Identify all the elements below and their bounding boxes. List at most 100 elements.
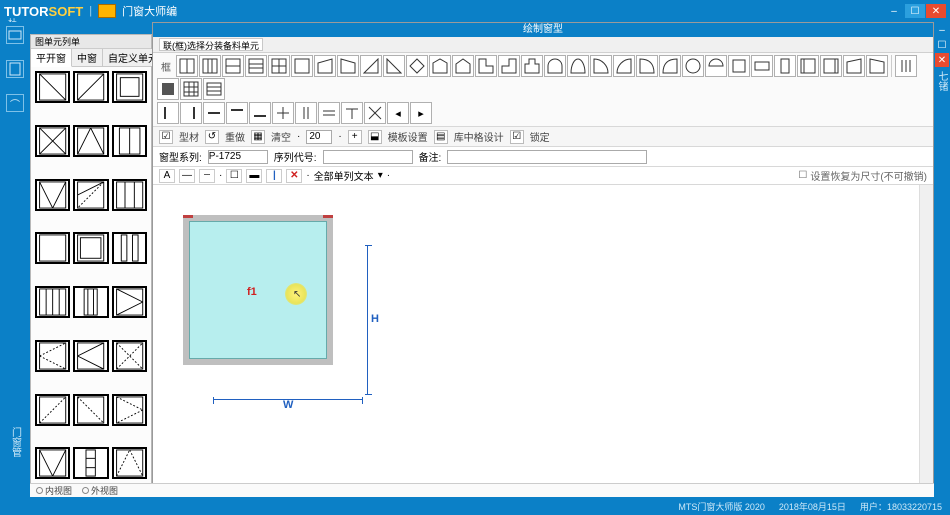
unit-thumb[interactable] [35, 447, 70, 479]
view-inside-toggle[interactable]: 内视图 [36, 484, 72, 497]
tab-middle[interactable]: 中窗 [72, 49, 103, 66]
shape-arch-l-icon[interactable] [636, 55, 658, 77]
unit-thumb[interactable] [35, 340, 70, 372]
vertical-scrollbar[interactable] [919, 185, 933, 492]
add-icon[interactable]: + [348, 130, 362, 144]
unit-thumb[interactable] [35, 179, 70, 211]
checkbox-icon[interactable]: ☐ [798, 170, 807, 181]
unit-thumb[interactable] [35, 125, 70, 157]
mullion-vr-icon[interactable] [180, 102, 202, 124]
rail-close-button[interactable]: ✕ [935, 53, 949, 67]
shape-single-icon[interactable] [291, 55, 313, 77]
unit-thumb[interactable] [112, 232, 147, 264]
db-design-icon[interactable]: ▤ [434, 130, 448, 144]
shape-rect-b-icon[interactable] [774, 55, 796, 77]
rail-tool-arc-icon[interactable]: ⌒ [6, 94, 24, 112]
shape-slant-r-icon[interactable] [866, 55, 888, 77]
mullion-h-icon[interactable] [203, 102, 225, 124]
shape-tstep-icon[interactable] [521, 55, 543, 77]
frame-icon[interactable]: ☑ [159, 130, 173, 144]
shape-rect-c-icon[interactable] [797, 55, 819, 77]
unit-thumb[interactable] [73, 394, 108, 426]
shape-pent-left-icon[interactable] [429, 55, 451, 77]
mullion-arrow-l-icon[interactable]: ◂ [387, 102, 409, 124]
unit-thumb[interactable] [112, 394, 147, 426]
mullion-arrow-r-icon[interactable]: ▸ [410, 102, 432, 124]
unit-thumb[interactable] [35, 286, 70, 318]
unit-thumb[interactable] [35, 394, 70, 426]
shape-hsplit3-icon[interactable] [245, 55, 267, 77]
shape-rect-out-icon[interactable] [728, 55, 750, 77]
mullion-star-icon[interactable] [364, 102, 386, 124]
unit-thumb[interactable] [112, 125, 147, 157]
unit-thumb[interactable] [73, 232, 108, 264]
box-empty-icon[interactable]: ☐ [226, 169, 242, 183]
unit-thumb[interactable] [73, 71, 108, 103]
shape-vsplit3-icon[interactable] [199, 55, 221, 77]
shape-grid-icon[interactable] [268, 55, 290, 77]
shape-lstep-icon[interactable] [475, 55, 497, 77]
dim-width-label[interactable]: W [283, 399, 293, 411]
shape-halfcircle-b-icon[interactable] [705, 55, 727, 77]
series-input[interactable] [208, 150, 268, 164]
mullion-hpair-icon[interactable] [318, 102, 340, 124]
shape-rstep-icon[interactable] [498, 55, 520, 77]
shape-arch-icon[interactable] [544, 55, 566, 77]
align-center-label[interactable]: 全部单列文本 [314, 168, 374, 183]
maximize-button[interactable]: ☐ [905, 4, 925, 18]
line-dash-icon[interactable]: ┄ [199, 169, 215, 183]
lock-icon[interactable]: ☑ [510, 130, 524, 144]
shape-fill-dark-icon[interactable] [157, 78, 179, 100]
mullion-ht-icon[interactable] [226, 102, 248, 124]
shape-tri-right-icon[interactable] [383, 55, 405, 77]
shape-wall-icon[interactable] [203, 78, 225, 100]
reset-icon[interactable]: ↺ [205, 130, 219, 144]
rail-minimize-button[interactable]: – [935, 23, 949, 37]
drawing-canvas[interactable]: f1 ↖ H W [153, 185, 933, 492]
shape-trap-right-icon[interactable] [337, 55, 359, 77]
box-fill-icon[interactable]: ▬ [246, 169, 262, 183]
rail-maximize-button[interactable]: ☐ [935, 38, 949, 52]
unit-thumb[interactable] [73, 340, 108, 372]
close-button[interactable]: ✕ [926, 4, 946, 18]
right-note[interactable]: ☐ 设置恢复为尺寸(不可撤销) [798, 168, 927, 183]
shape-hsplit2-icon[interactable] [222, 55, 244, 77]
unit-thumb[interactable] [35, 71, 70, 103]
editor-subtab[interactable]: 联(框)选择分装备料单元 [159, 38, 263, 51]
shape-pent-right-icon[interactable] [452, 55, 474, 77]
rail-tool-doc-icon[interactable] [6, 60, 24, 78]
shape-semicircle-icon[interactable] [567, 55, 589, 77]
profile-settings-icon[interactable]: ⬓ [368, 130, 382, 144]
unit-thumb[interactable] [73, 447, 108, 479]
unit-thumb[interactable] [112, 447, 147, 479]
unit-thumb[interactable] [112, 71, 147, 103]
tab-casement[interactable]: 平开窗 [31, 49, 72, 67]
unit-thumb[interactable] [73, 286, 108, 318]
shape-trap-left-icon[interactable] [314, 55, 336, 77]
mullion-vpair-icon[interactable] [295, 102, 317, 124]
unit-thumb[interactable] [112, 340, 147, 372]
shape-rect-a-icon[interactable] [751, 55, 773, 77]
view-outside-toggle[interactable]: 外视图 [82, 484, 118, 497]
line-solid-icon[interactable]: — [179, 169, 195, 183]
dim-height-label[interactable]: H [371, 313, 379, 325]
unit-thumb[interactable] [35, 232, 70, 264]
remark-input[interactable] [447, 150, 647, 164]
rail-tool-rect-icon[interactable] [6, 26, 24, 44]
mullion-hb-icon[interactable] [249, 102, 271, 124]
unit-thumb[interactable] [112, 286, 147, 318]
shape-quarter-r-icon[interactable] [613, 55, 635, 77]
shape-diamond-icon[interactable] [406, 55, 428, 77]
frame-outer[interactable]: f1 ↖ [183, 215, 333, 365]
mullion-cross-icon[interactable] [272, 102, 294, 124]
delete-icon[interactable]: ✕ [286, 169, 302, 183]
unit-thumb[interactable] [73, 179, 108, 211]
minimize-button[interactable]: – [884, 4, 904, 18]
shape-grid3-icon[interactable] [180, 78, 202, 100]
code-input[interactable] [323, 150, 413, 164]
window-shape[interactable]: f1 ↖ H W [183, 215, 333, 365]
mullion-vl-icon[interactable] [157, 102, 179, 124]
font-button[interactable]: A [159, 169, 175, 183]
shape-vsplit2-icon[interactable] [176, 55, 198, 77]
shape-rect-d-icon[interactable] [820, 55, 842, 77]
